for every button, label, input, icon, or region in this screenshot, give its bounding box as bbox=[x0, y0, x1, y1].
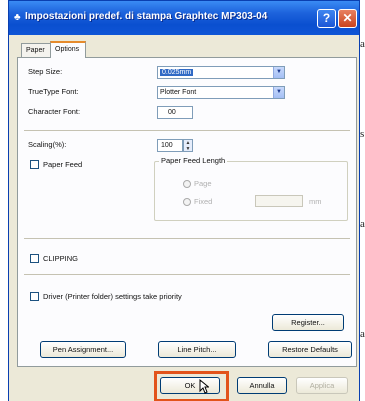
tab-options[interactable]: Options bbox=[50, 41, 86, 58]
title-bar[interactable]: ♣ Impostazioni predef. di stampa Graphte… bbox=[9, 1, 359, 35]
chevron-down-icon[interactable]: ▼ bbox=[273, 87, 284, 98]
truetype-font-select[interactable]: Plotter Font ▼ bbox=[157, 86, 285, 99]
pen-assignment-button[interactable]: Pen Assignment... bbox=[40, 341, 126, 358]
step-size-select[interactable]: 0.025mm ▼ bbox=[157, 66, 285, 79]
feed-length-field[interactable] bbox=[255, 195, 303, 207]
paper-feed-length-group bbox=[154, 161, 348, 221]
chevron-down-icon[interactable]: ▼ bbox=[273, 67, 284, 78]
background-text-letter: a bbox=[360, 218, 365, 230]
clipping-label: CLIPPING bbox=[43, 254, 79, 263]
close-button[interactable]: ✕ bbox=[338, 9, 357, 28]
printing-preferences-dialog: ♣ Impostazioni predef. di stampa Graphte… bbox=[8, 0, 360, 401]
help-button[interactable]: ? bbox=[317, 9, 336, 28]
character-font-field[interactable]: 00 bbox=[157, 106, 193, 119]
character-font-label: Character Font: bbox=[28, 107, 81, 116]
driver-priority-checkbox[interactable] bbox=[30, 292, 39, 301]
scaling-spinner[interactable]: ▲ ▼ bbox=[183, 139, 193, 152]
truetype-font-label: TrueType Font: bbox=[28, 87, 79, 96]
divider bbox=[24, 130, 350, 131]
register-button[interactable]: Register... bbox=[272, 314, 344, 331]
annulla-button[interactable]: Annulla bbox=[237, 377, 287, 394]
step-size-label: Step Size: bbox=[28, 67, 63, 76]
background-text-letter: a bbox=[360, 328, 365, 340]
divider bbox=[24, 238, 350, 239]
tab-paper[interactable]: Paper bbox=[21, 43, 51, 57]
driver-priority-label: Driver (Printer folder) settings take pr… bbox=[43, 292, 182, 301]
divider bbox=[24, 274, 350, 275]
page-radio-label: Page bbox=[194, 179, 212, 188]
background-text-letter: a bbox=[360, 38, 365, 50]
clipping-checkbox[interactable] bbox=[30, 254, 39, 263]
printer-icon: ♣ bbox=[14, 12, 21, 23]
page-radio[interactable] bbox=[183, 180, 191, 188]
applica-button[interactable]: Applica bbox=[296, 377, 348, 394]
options-panel: Step Size: 0.025mm ▼ TrueType Font: Plot… bbox=[17, 57, 357, 367]
mouse-pointer-icon bbox=[199, 378, 210, 396]
step-size-value: 0.025mm bbox=[160, 69, 194, 76]
feed-length-unit: mm bbox=[309, 197, 322, 206]
background-text-letter: s bbox=[360, 128, 365, 140]
line-pitch-button[interactable]: Line Pitch... bbox=[158, 341, 236, 358]
paper-feed-checkbox[interactable] bbox=[30, 160, 39, 169]
ok-button[interactable]: OK bbox=[160, 377, 220, 394]
paper-feed-length-label: Paper Feed Length bbox=[159, 156, 228, 165]
fixed-radio-label: Fixed bbox=[194, 197, 213, 206]
restore-defaults-button[interactable]: Restore Defaults bbox=[268, 341, 352, 358]
truetype-font-value: Plotter Font bbox=[160, 89, 197, 96]
fixed-radio[interactable] bbox=[183, 198, 191, 206]
scaling-field[interactable]: 100 bbox=[157, 139, 183, 152]
window-title: Impostazioni predef. di stampa Graphtec … bbox=[25, 11, 268, 22]
scaling-label: Scaling(%): bbox=[28, 140, 67, 149]
paper-feed-label: Paper Feed bbox=[43, 160, 83, 169]
